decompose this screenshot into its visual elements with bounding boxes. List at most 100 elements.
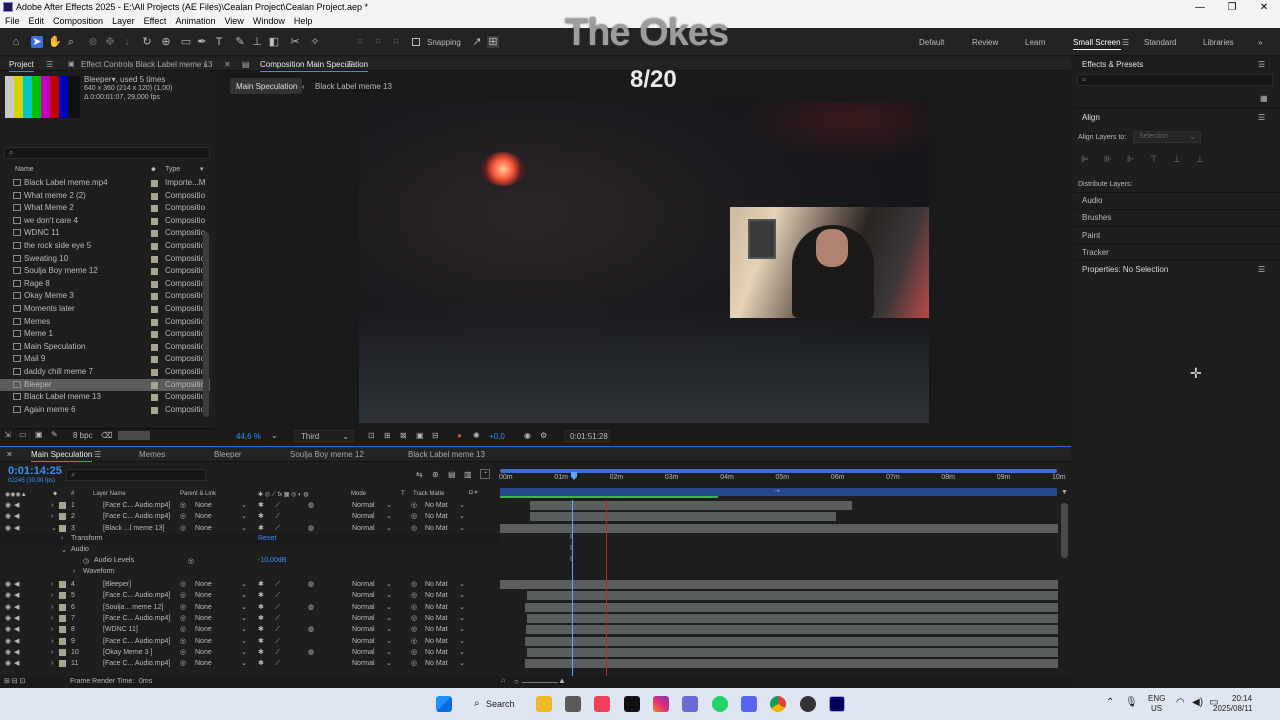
breadcrumb-main-speculation[interactable]: Main Speculation <box>230 78 302 94</box>
zoom-slider-track[interactable] <box>522 682 558 683</box>
picture-in-picture-layer[interactable] <box>730 207 929 318</box>
layer-label-swatch[interactable] <box>59 637 66 645</box>
collapse-switch-icon[interactable]: ✱ <box>258 602 264 613</box>
layer-duration-bar[interactable] <box>525 602 1058 612</box>
workspace-menu-icon[interactable]: ☰ <box>1122 38 1129 47</box>
close-button[interactable]: ✕ <box>1248 0 1280 15</box>
align-left-icon[interactable]: ⊫ <box>1081 154 1089 165</box>
layer-duration-bar[interactable] <box>525 636 1058 646</box>
layer-row[interactable]: ◉ ◀ ⌄ 3 [Black ...l meme 13] ◎ None ⌄ ✱ ⟋ ◍ Normal ⌄… <box>0 523 1060 534</box>
visibility-eye-icon[interactable]: ◉ <box>5 523 11 534</box>
parent-pickwhip-icon[interactable]: ◎ <box>180 500 186 511</box>
layer-duration-bar[interactable] <box>500 580 1058 589</box>
guides-icon[interactable]: ⊟ <box>432 431 439 440</box>
microphone-icon[interactable]: 🎙 <box>1125 697 1138 708</box>
snap-grid-icon[interactable]: ⊞ <box>487 36 499 48</box>
project-list-item[interactable]: Soulja Boy meme 12 Compositio <box>0 265 210 278</box>
project-list-item[interactable]: Black Label meme 13 Compositio <box>0 391 210 404</box>
blend-mode-dropdown[interactable]: Normal ⌄ <box>352 579 392 589</box>
eraser-tool-icon[interactable]: ◧ <box>268 36 280 48</box>
effects-menu-icon[interactable]: ☰ <box>1258 60 1265 69</box>
maximize-button[interactable]: ❐ <box>1216 0 1248 15</box>
parent-pickwhip-icon[interactable]: ◎ <box>180 602 186 613</box>
collapse-switch-icon[interactable]: ✱ <box>258 647 264 658</box>
exposure-icon[interactable]: ✺ <box>473 431 480 440</box>
label-color-swatch[interactable] <box>151 343 158 351</box>
parent-pickwhip-icon[interactable]: ◎ <box>180 658 186 669</box>
zoom-tool-icon[interactable]: ⌕ <box>65 36 77 48</box>
volume-icon[interactable]: ◀) <box>1192 697 1203 708</box>
expand-layer-icon[interactable]: › <box>51 500 53 511</box>
layer-row[interactable]: ◉ ◀ › 7 [Face C... Audio.mp4] ◎ None ⌄ ✱ ⟋ Normal ⌄… <box>0 613 1060 624</box>
align-v-center-icon[interactable]: ⊥ <box>1173 154 1181 165</box>
work-area-bar[interactable] <box>500 469 1057 473</box>
rotation-tool-icon[interactable]: ↻ <box>141 36 153 48</box>
snapshot-camera-icon[interactable]: ◉ <box>524 431 531 440</box>
quality-switch-icon[interactable]: ⟋ <box>275 511 280 522</box>
layer-duration-bar[interactable] <box>530 501 852 510</box>
project-list-item[interactable]: the rock side eye 5 Compositio <box>0 240 210 253</box>
menu-composition[interactable]: Composition <box>48 15 107 28</box>
quality-switch-icon[interactable]: ⟋ <box>275 500 280 511</box>
visibility-eye-icon[interactable]: ◉ <box>5 579 11 590</box>
label-color-swatch[interactable] <box>151 180 158 187</box>
snapping-checkbox[interactable] <box>412 38 420 46</box>
track-matte-dropdown[interactable]: No Mat ⌄ <box>425 590 465 600</box>
menu-file[interactable]: File <box>0 15 24 28</box>
layer-label-swatch[interactable] <box>59 648 66 656</box>
align-top-icon[interactable]: ⊤ <box>1150 154 1158 165</box>
layer-row[interactable]: ◉ ◀ › 5 [Face C... Audio.mp4] ◎ None ⌄ ✱ ⟋ Normal ⌄… <box>0 590 1060 601</box>
close-tab-icon[interactable]: ✕ <box>224 60 231 69</box>
anchor-tool-icon[interactable]: ⊕ <box>160 36 172 48</box>
tab-project[interactable]: Project <box>9 60 34 72</box>
blend-mode-dropdown[interactable]: Normal ⌄ <box>352 624 392 634</box>
expand-layer-icon[interactable]: › <box>51 647 53 658</box>
property-audio[interactable]: Audio <box>71 546 89 553</box>
project-settings-icon[interactable]: ✎ <box>51 430 58 439</box>
layer-name[interactable]: [Black ...l meme 13] <box>103 523 164 534</box>
layer-name[interactable]: [Face C... Audio.mp4] <box>103 590 170 601</box>
motion-blur-switch-icon[interactable]: ◍ <box>308 624 314 635</box>
tab-project-menu-icon[interactable]: ☰ <box>46 60 53 69</box>
align-bottom-icon[interactable]: ⊥ <box>1196 154 1204 165</box>
timeline-zoom-end-icon[interactable]: ▼ <box>1061 489 1069 497</box>
layer-label-swatch[interactable] <box>59 660 66 668</box>
collapse-switch-icon[interactable]: ✱ <box>258 658 264 669</box>
project-search-input[interactable]: ⌕ <box>4 147 210 159</box>
project-list-item[interactable]: Memes Compositio <box>0 316 210 329</box>
audio-speaker-icon[interactable]: ◀ <box>14 602 19 613</box>
discord-icon[interactable] <box>741 696 757 712</box>
quality-switch-icon[interactable]: ⟋ <box>275 647 280 658</box>
audio-speaker-icon[interactable]: ◀ <box>14 523 19 534</box>
visibility-eye-icon[interactable]: ◉ <box>5 647 11 658</box>
project-list-item[interactable]: WDNC 11 Compositio <box>0 227 210 240</box>
delete-icon[interactable]: ⌫ <box>101 431 112 440</box>
pen-tool-icon[interactable]: ✒ <box>196 36 208 48</box>
section-tracker[interactable]: Tracker <box>1082 248 1109 257</box>
quality-switch-icon[interactable]: ⟋ <box>275 523 280 534</box>
blend-mode-dropdown[interactable]: Normal ⌄ <box>352 658 392 668</box>
project-scrollbar[interactable] <box>203 232 209 417</box>
resolution-dropdown[interactable]: Third ⌄ <box>294 430 354 442</box>
layer-label-swatch[interactable] <box>59 502 66 509</box>
snap-options-icon[interactable]: ↗ <box>471 36 483 48</box>
parent-dropdown[interactable]: None ⌄ <box>195 658 247 668</box>
project-list-item[interactable]: Okay Meme 3 Compositio <box>0 290 210 303</box>
parent-dropdown[interactable]: None ⌄ <box>195 523 247 533</box>
chrome-icon[interactable] <box>770 696 786 712</box>
composition-mini-flowchart-icon[interactable]: ⇆ <box>416 470 423 479</box>
audio-speaker-icon[interactable]: ◀ <box>14 647 19 658</box>
track-matte-dropdown[interactable]: No Mat ⌄ <box>425 523 465 533</box>
audio-speaker-icon[interactable]: ◀ <box>14 590 19 601</box>
layer-label-swatch[interactable] <box>59 603 66 611</box>
workspace-small-screen[interactable]: Small Screen <box>1073 38 1121 50</box>
file-explorer-icon[interactable] <box>536 696 552 712</box>
layer-duration-bar[interactable] <box>500 523 1058 533</box>
bit-depth-button[interactable]: 8 bpc <box>73 431 93 440</box>
menu-help[interactable]: Help <box>289 15 317 28</box>
quality-switch-icon[interactable]: ⟋ <box>275 602 280 613</box>
timeline-tab-main-speculation[interactable]: Main Speculation <box>31 450 93 462</box>
parent-pickwhip-icon[interactable]: ◎ <box>180 579 186 590</box>
show-snapshot-icon[interactable]: ⚙ <box>540 431 547 440</box>
visibility-eye-icon[interactable]: ◉ <box>5 590 11 601</box>
